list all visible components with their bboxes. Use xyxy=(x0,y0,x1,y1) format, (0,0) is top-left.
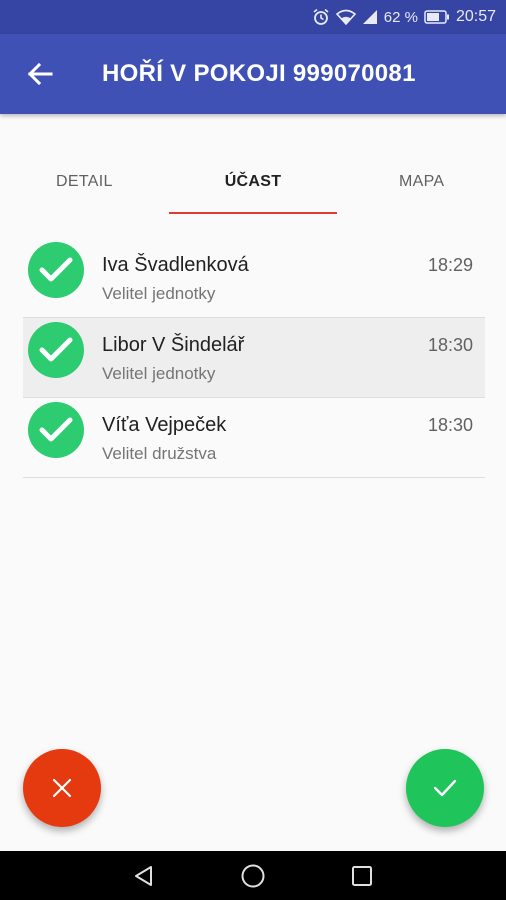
wifi-icon xyxy=(335,9,356,25)
check-icon xyxy=(28,402,84,458)
app-bar: HOŘÍ V POKOJI 999070081 xyxy=(0,34,506,114)
list-item[interactable]: Libor V Šindelář Velitel jednotky 18:30 xyxy=(23,318,485,398)
participant-role: Velitel družstva xyxy=(102,444,217,463)
system-nav-bar xyxy=(0,851,506,900)
tab-bar: DETAIL ÚČAST MAPA xyxy=(0,150,506,214)
signal-icon xyxy=(362,9,378,25)
battery-percent: 62 % xyxy=(383,8,418,26)
arrow-back-icon xyxy=(27,62,53,86)
close-icon xyxy=(52,778,72,798)
page-title: HOŘÍ V POKOJI 999070081 xyxy=(102,60,416,87)
tab-ucast[interactable]: ÚČAST xyxy=(168,150,338,214)
status-bar: 62 % 20:57 xyxy=(0,0,506,34)
tab-detail[interactable]: DETAIL xyxy=(0,150,169,214)
status-time: 20:57 xyxy=(455,8,496,25)
screen: 62 % 20:57 HOŘÍ V POKOJI 999070081 DETAI… xyxy=(0,0,506,900)
check-icon xyxy=(28,322,84,378)
participant-time: 18:30 xyxy=(427,415,473,435)
check-icon xyxy=(28,242,84,298)
decline-button[interactable] xyxy=(23,749,101,827)
participant-time: 18:30 xyxy=(427,335,473,355)
nav-back-icon[interactable] xyxy=(129,861,159,891)
participant-name: Libor V Šindelář xyxy=(102,334,245,356)
participant-name: Víťa Vejpeček xyxy=(102,414,227,436)
nav-home-icon[interactable] xyxy=(238,861,268,891)
participant-name: Iva Švadlenková xyxy=(102,254,249,276)
nav-recents-icon[interactable] xyxy=(347,861,377,891)
alarm-icon xyxy=(312,8,330,26)
accept-button[interactable] xyxy=(406,749,484,827)
battery-icon xyxy=(424,10,450,24)
check-icon xyxy=(433,779,457,797)
back-button[interactable] xyxy=(10,44,70,104)
participant-role: Velitel jednotky xyxy=(102,284,216,303)
tab-mapa[interactable]: MAPA xyxy=(337,150,506,214)
participant-role: Velitel jednotky xyxy=(102,364,216,383)
list-item[interactable]: Víťa Vejpeček Velitel družstva 18:30 xyxy=(23,398,485,478)
participant-time: 18:29 xyxy=(427,255,473,275)
list-item[interactable]: Iva Švadlenková Velitel jednotky 18:29 xyxy=(23,238,485,318)
participant-list: Iva Švadlenková Velitel jednotky 18:29 L… xyxy=(23,238,485,478)
